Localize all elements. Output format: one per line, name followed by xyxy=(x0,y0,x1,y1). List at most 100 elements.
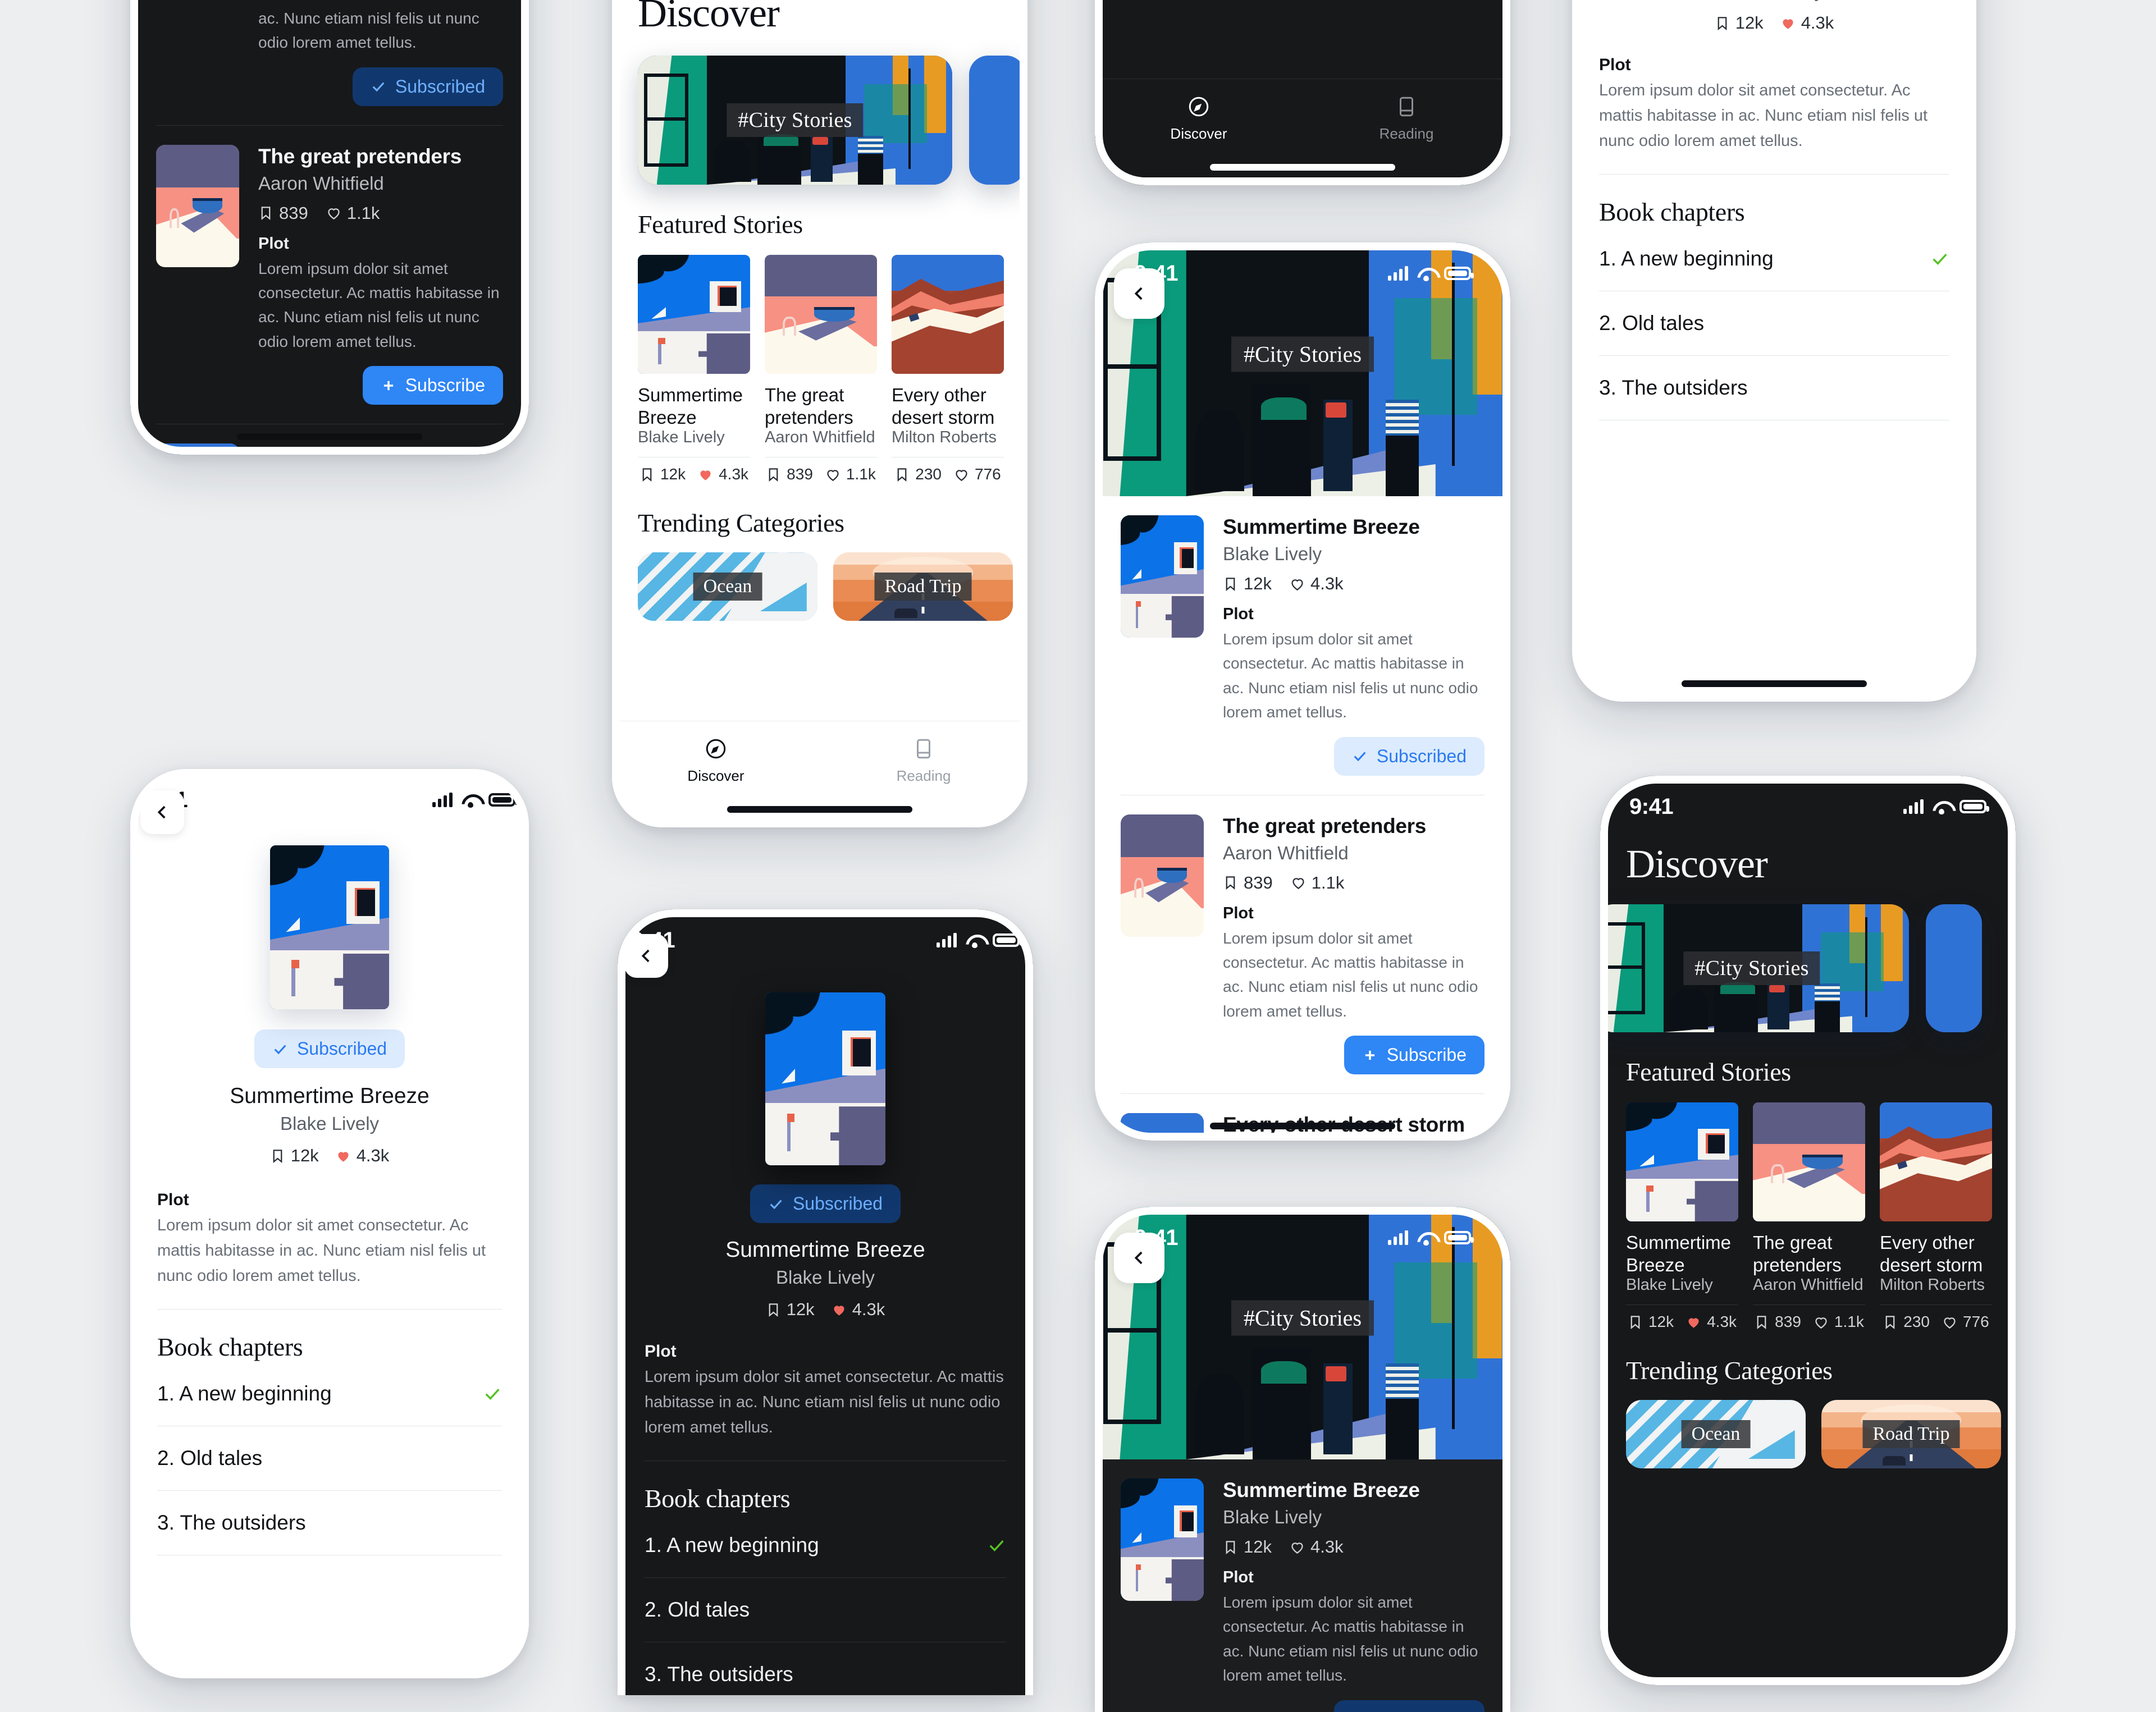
story-row[interactable]: The great pretenders Aaron Whitfield 839… xyxy=(1121,795,1484,1094)
plot-body: Lorem ipsum dolor sit amet consectetur. … xyxy=(258,0,500,52)
story-stats: 12k 4.3k xyxy=(1223,574,1484,594)
chapter-row[interactable]: 3. The outsiders xyxy=(645,1642,1006,1695)
featured-card[interactable]: Summertime Breeze Blake Lively 12k 4.3k xyxy=(1626,1102,1738,1331)
subscribed-button[interactable]: Subscribed xyxy=(750,1184,901,1223)
story-author: Blake Lively xyxy=(1223,1507,1322,1527)
story-row[interactable]: Summertime Breeze Blake Lively 12k 4.3k … xyxy=(1121,1459,1484,1712)
page-title: Discover xyxy=(1626,841,1768,886)
chapter-row[interactable]: 3. The outsiders xyxy=(1599,356,1949,420)
like-count: 776 xyxy=(1963,1313,1989,1331)
chapter-row[interactable]: 2. Old tales xyxy=(645,1578,1006,1642)
book-cover-summertime[interactable] xyxy=(270,845,389,1009)
story-row[interactable]: The great pretenders Aaron Whitfield 839… xyxy=(156,126,503,424)
tab-label: Discover xyxy=(1170,125,1227,142)
screen-light-book-detail-top: Subscribed Summertime Breeze Blake Livel… xyxy=(1572,0,1976,702)
book-cover-pretenders[interactable] xyxy=(765,255,877,374)
back-button[interactable] xyxy=(624,934,668,978)
subscribed-button[interactable]: Subscribed xyxy=(254,1029,405,1068)
category-tile-ocean[interactable]: Ocean xyxy=(638,552,817,621)
heart-icon xyxy=(1292,878,1304,890)
book-icon xyxy=(1400,97,1413,116)
subscribed-button[interactable]: Subscribed xyxy=(1333,736,1484,776)
bookmark-count: 839 xyxy=(1775,1313,1801,1331)
plus-icon xyxy=(1365,1050,1374,1060)
category-label: Road Trip xyxy=(874,573,972,601)
subscribe-button[interactable]: Subscribe xyxy=(362,366,503,405)
chevron-left-icon xyxy=(1134,287,1143,300)
back-button[interactable] xyxy=(1114,1233,1164,1283)
battery-icon xyxy=(1444,1231,1474,1244)
chapter-row[interactable]: 3. The outsiders xyxy=(157,1491,502,1555)
bookmark-icon xyxy=(261,207,271,221)
featured-card[interactable]: Summertime Breeze Blake Lively 12k 4.3k xyxy=(638,255,750,483)
book-cover-summertime[interactable] xyxy=(638,255,750,374)
tab-reading[interactable]: Reading xyxy=(820,721,1027,800)
featured-card[interactable]: The great pretenders Aaron Whitfield 839… xyxy=(765,255,877,483)
compass-icon xyxy=(706,739,726,758)
tab-discover[interactable]: Discover xyxy=(612,721,820,800)
signal-icon xyxy=(1388,266,1408,281)
chapter-row[interactable]: 1. A new beginning xyxy=(645,1513,1006,1577)
book-cover-desert[interactable] xyxy=(156,443,239,455)
subscribed-label: Subscribed xyxy=(792,1193,883,1214)
status-icons xyxy=(937,933,1022,948)
category-tile-road-trip[interactable]: Road Trip xyxy=(833,552,1013,621)
plot-heading: Plot xyxy=(1223,605,1254,623)
hero-banner-next[interactable] xyxy=(1926,904,1982,1032)
featured-card[interactable]: The great pretenders Aaron Whitfield 839… xyxy=(1753,1102,1865,1331)
book-cover-pretenders[interactable] xyxy=(1121,814,1204,937)
tab-reading[interactable]: Reading xyxy=(1303,79,1510,158)
heart-icon xyxy=(1815,1317,1827,1329)
subscribe-button[interactable]: Subscribe xyxy=(1344,1036,1484,1075)
like-stat: 4.3k xyxy=(1290,574,1344,594)
status-bar: 9:41 xyxy=(130,769,529,831)
bookmark-icon xyxy=(1885,1315,1895,1329)
hero-banner-city-stories[interactable]: #City Stories xyxy=(638,56,952,185)
hero-banner-next[interactable] xyxy=(969,56,1025,185)
book-cover-summertime[interactable] xyxy=(1121,515,1204,638)
category-tile-ocean[interactable]: Ocean xyxy=(1626,1400,1806,1469)
like-count: 4.3k xyxy=(719,465,749,483)
book-cover-pretenders[interactable] xyxy=(1753,1102,1865,1221)
home-indicator xyxy=(1210,1123,1395,1129)
like-stat: 1.1k xyxy=(825,465,876,483)
category-tile-road-trip[interactable]: Road Trip xyxy=(1821,1400,2001,1469)
check-icon xyxy=(989,1540,1004,1551)
story-row[interactable]: Summertime Breeze Blake Lively 12k 4.3k … xyxy=(156,0,503,125)
status-icons xyxy=(1903,799,1989,814)
tab-label: Discover xyxy=(687,767,744,784)
hero-banner-city-stories[interactable]: #City Stories xyxy=(1600,904,1909,1032)
featured-card[interactable]: Every other desert storm Milton Roberts … xyxy=(892,255,1004,483)
book-cover-desert[interactable] xyxy=(1880,1102,1992,1221)
back-button[interactable] xyxy=(140,790,184,834)
chapter-row[interactable]: 2. Old tales xyxy=(157,1426,502,1490)
subscribed-button[interactable]: Subscribed xyxy=(1333,1700,1484,1712)
back-button[interactable] xyxy=(1114,268,1164,319)
story-row[interactable]: Every other desert storm Milton Roberts … xyxy=(1121,1094,1484,1141)
subscribed-label: Subscribed xyxy=(1376,745,1467,766)
tab-discover[interactable]: Discover xyxy=(1095,79,1303,158)
book-cover-pretenders[interactable] xyxy=(156,144,239,267)
book-cover-summertime[interactable] xyxy=(1626,1102,1738,1221)
book-author: Blake Lively xyxy=(280,1113,380,1134)
book-cover-desert[interactable] xyxy=(1121,1113,1204,1141)
chevron-left-icon xyxy=(1134,1251,1143,1265)
book-cover-desert[interactable] xyxy=(892,255,1004,374)
book-cover-summertime[interactable] xyxy=(1121,1478,1204,1601)
story-stats: 839 1.1k xyxy=(1223,873,1484,893)
bookmark-count: 12k xyxy=(660,465,686,483)
subscribed-button[interactable]: Subscribed xyxy=(352,67,503,106)
book-cover-summertime[interactable] xyxy=(765,992,885,1165)
like-count: 4.3k xyxy=(356,1146,390,1165)
story-row[interactable]: Summertime Breeze Blake Lively 12k 4.3k … xyxy=(1121,496,1484,795)
heart-icon-filled xyxy=(700,470,711,480)
story-title: The great pretenders xyxy=(1223,814,1427,837)
bookmark-icon xyxy=(642,468,652,482)
chapter-row[interactable]: 1. A new beginning xyxy=(157,1362,502,1426)
chapter-row[interactable]: 1. A new beginning xyxy=(1599,227,1949,291)
chapter-row[interactable]: 2. Old tales xyxy=(1599,291,1949,355)
bottom-tab-bar: Discover Reading xyxy=(612,721,1027,827)
featured-stories-title: Featured Stories xyxy=(1626,1058,1791,1086)
like-stat: 4.3k xyxy=(1290,1537,1344,1557)
featured-card[interactable]: Every other desert storm Milton Roberts … xyxy=(1880,1102,1992,1331)
